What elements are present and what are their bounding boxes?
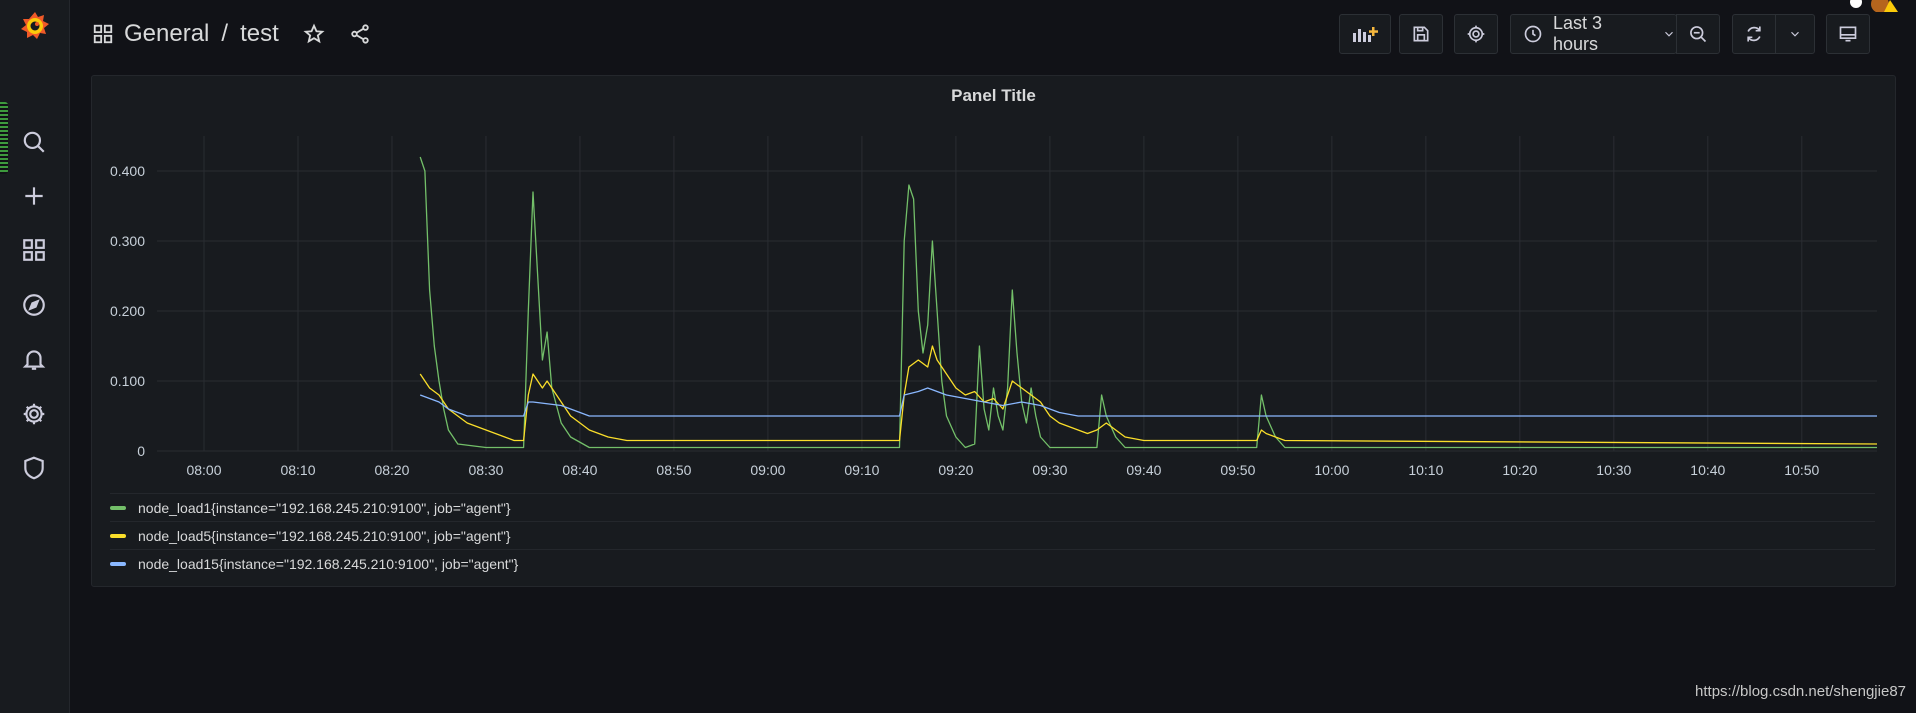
watermark: https://blog.csdn.net/shengjie87 xyxy=(1695,683,1906,700)
x-tick-label: 08:40 xyxy=(562,462,597,478)
add-panel-button[interactable] xyxy=(1339,14,1391,54)
x-tick-label: 08:50 xyxy=(656,462,691,478)
x-tick-label: 10:20 xyxy=(1502,462,1537,478)
x-tick-label: 08:30 xyxy=(468,462,503,478)
graph-panel: Panel Title 08:00 08:10 08:20 08:30 08:40 08:… xyxy=(91,75,1896,587)
mascot-decoration-icon xyxy=(1850,0,1898,12)
legend: node_load1{instance="192.168.245.210:910… xyxy=(110,493,1875,577)
configuration-gear-icon[interactable] xyxy=(18,398,50,430)
alerting-bell-icon[interactable] xyxy=(18,343,50,375)
refresh-interval-dropdown[interactable] xyxy=(1775,14,1815,54)
legend-swatch xyxy=(110,561,126,566)
search-icon[interactable] xyxy=(18,126,50,158)
y-tick-label: 0 xyxy=(137,443,145,459)
share-icon[interactable] xyxy=(349,23,371,45)
legend-item[interactable]: node_load15{instance="192.168.245.210:91… xyxy=(110,549,1875,577)
legend-label: node_load1{instance="192.168.245.210:910… xyxy=(138,499,511,516)
save-dashboard-button[interactable] xyxy=(1399,14,1443,54)
breadcrumb-folder[interactable]: General xyxy=(124,20,209,48)
x-tick-label: 10:00 xyxy=(1314,462,1349,478)
x-tick-label: 09:00 xyxy=(750,462,785,478)
chevron-down-icon xyxy=(1665,31,1673,37)
legend-label: node_load15{instance="192.168.245.210:91… xyxy=(138,555,519,572)
breadcrumb: General / test xyxy=(92,18,371,50)
legend-label: node_load5{instance="192.168.245.210:910… xyxy=(138,527,511,544)
legend-item[interactable]: node_load5{instance="192.168.245.210:910… xyxy=(110,521,1875,549)
x-tick-label: 09:50 xyxy=(1220,462,1255,478)
x-tick-label: 08:20 xyxy=(374,462,409,478)
dashboard-title[interactable]: test xyxy=(240,20,279,48)
x-tick-label: 08:10 xyxy=(280,462,315,478)
star-icon[interactable] xyxy=(303,23,325,45)
dashboards-icon[interactable] xyxy=(18,234,50,266)
active-indicator xyxy=(0,102,8,174)
zoom-out-icon xyxy=(1690,26,1707,43)
clock-icon xyxy=(1524,25,1542,43)
y-tick-label: 0.300 xyxy=(110,233,145,249)
monitor-icon xyxy=(1839,26,1857,42)
series-line-3[interactable] xyxy=(419,387,1877,417)
x-tick-label: 10:40 xyxy=(1690,462,1725,478)
dashboard-settings-button[interactable] xyxy=(1454,14,1498,54)
legend-item[interactable]: node_load1{instance="192.168.245.210:910… xyxy=(110,493,1875,521)
x-tick-label: 10:30 xyxy=(1596,462,1631,478)
x-tick-label: 10:10 xyxy=(1408,462,1443,478)
series-line-1[interactable] xyxy=(419,156,1877,449)
grafana-logo-icon[interactable] xyxy=(18,9,52,43)
refresh-icon xyxy=(1747,26,1761,42)
y-tick-label: 0.200 xyxy=(110,303,145,319)
explore-compass-icon[interactable] xyxy=(18,289,50,321)
time-range-label: Last 3 hours xyxy=(1552,13,1603,54)
time-picker-button[interactable]: Last 3 hours xyxy=(1510,13,1677,54)
x-tick-label: 09:10 xyxy=(844,462,879,478)
y-tick-label: 0.100 xyxy=(110,373,145,389)
tv-mode-button[interactable] xyxy=(1826,14,1870,54)
dashboard-navbar: General / test Last 3 hours xyxy=(70,0,1916,70)
gear-icon xyxy=(1467,25,1485,43)
chevron-down-icon xyxy=(1791,31,1799,37)
zoom-out-button[interactable] xyxy=(1676,14,1720,54)
x-tick-label: 09:20 xyxy=(938,462,973,478)
breadcrumb-separator: / xyxy=(221,20,229,47)
series-line-2[interactable] xyxy=(419,345,1878,445)
server-admin-shield-icon[interactable] xyxy=(18,452,50,484)
legend-swatch xyxy=(110,505,126,510)
y-tick-label: 0.400 xyxy=(110,163,145,179)
x-tick-label: 10:50 xyxy=(1784,462,1819,478)
save-icon xyxy=(1413,26,1429,42)
x-tick-label: 09:30 xyxy=(1032,462,1067,478)
x-tick-label: 08:00 xyxy=(186,462,221,478)
sidebar xyxy=(0,0,70,713)
plus-icon[interactable] xyxy=(18,180,50,212)
legend-swatch xyxy=(110,533,126,538)
x-tick-label: 09:40 xyxy=(1126,462,1161,478)
dashboards-grid-icon xyxy=(92,23,114,45)
refresh-button[interactable] xyxy=(1732,14,1776,54)
time-series-chart[interactable]: 08:00 08:10 08:20 08:30 08:40 08:50 09:00 09:10… xyxy=(92,76,1897,496)
